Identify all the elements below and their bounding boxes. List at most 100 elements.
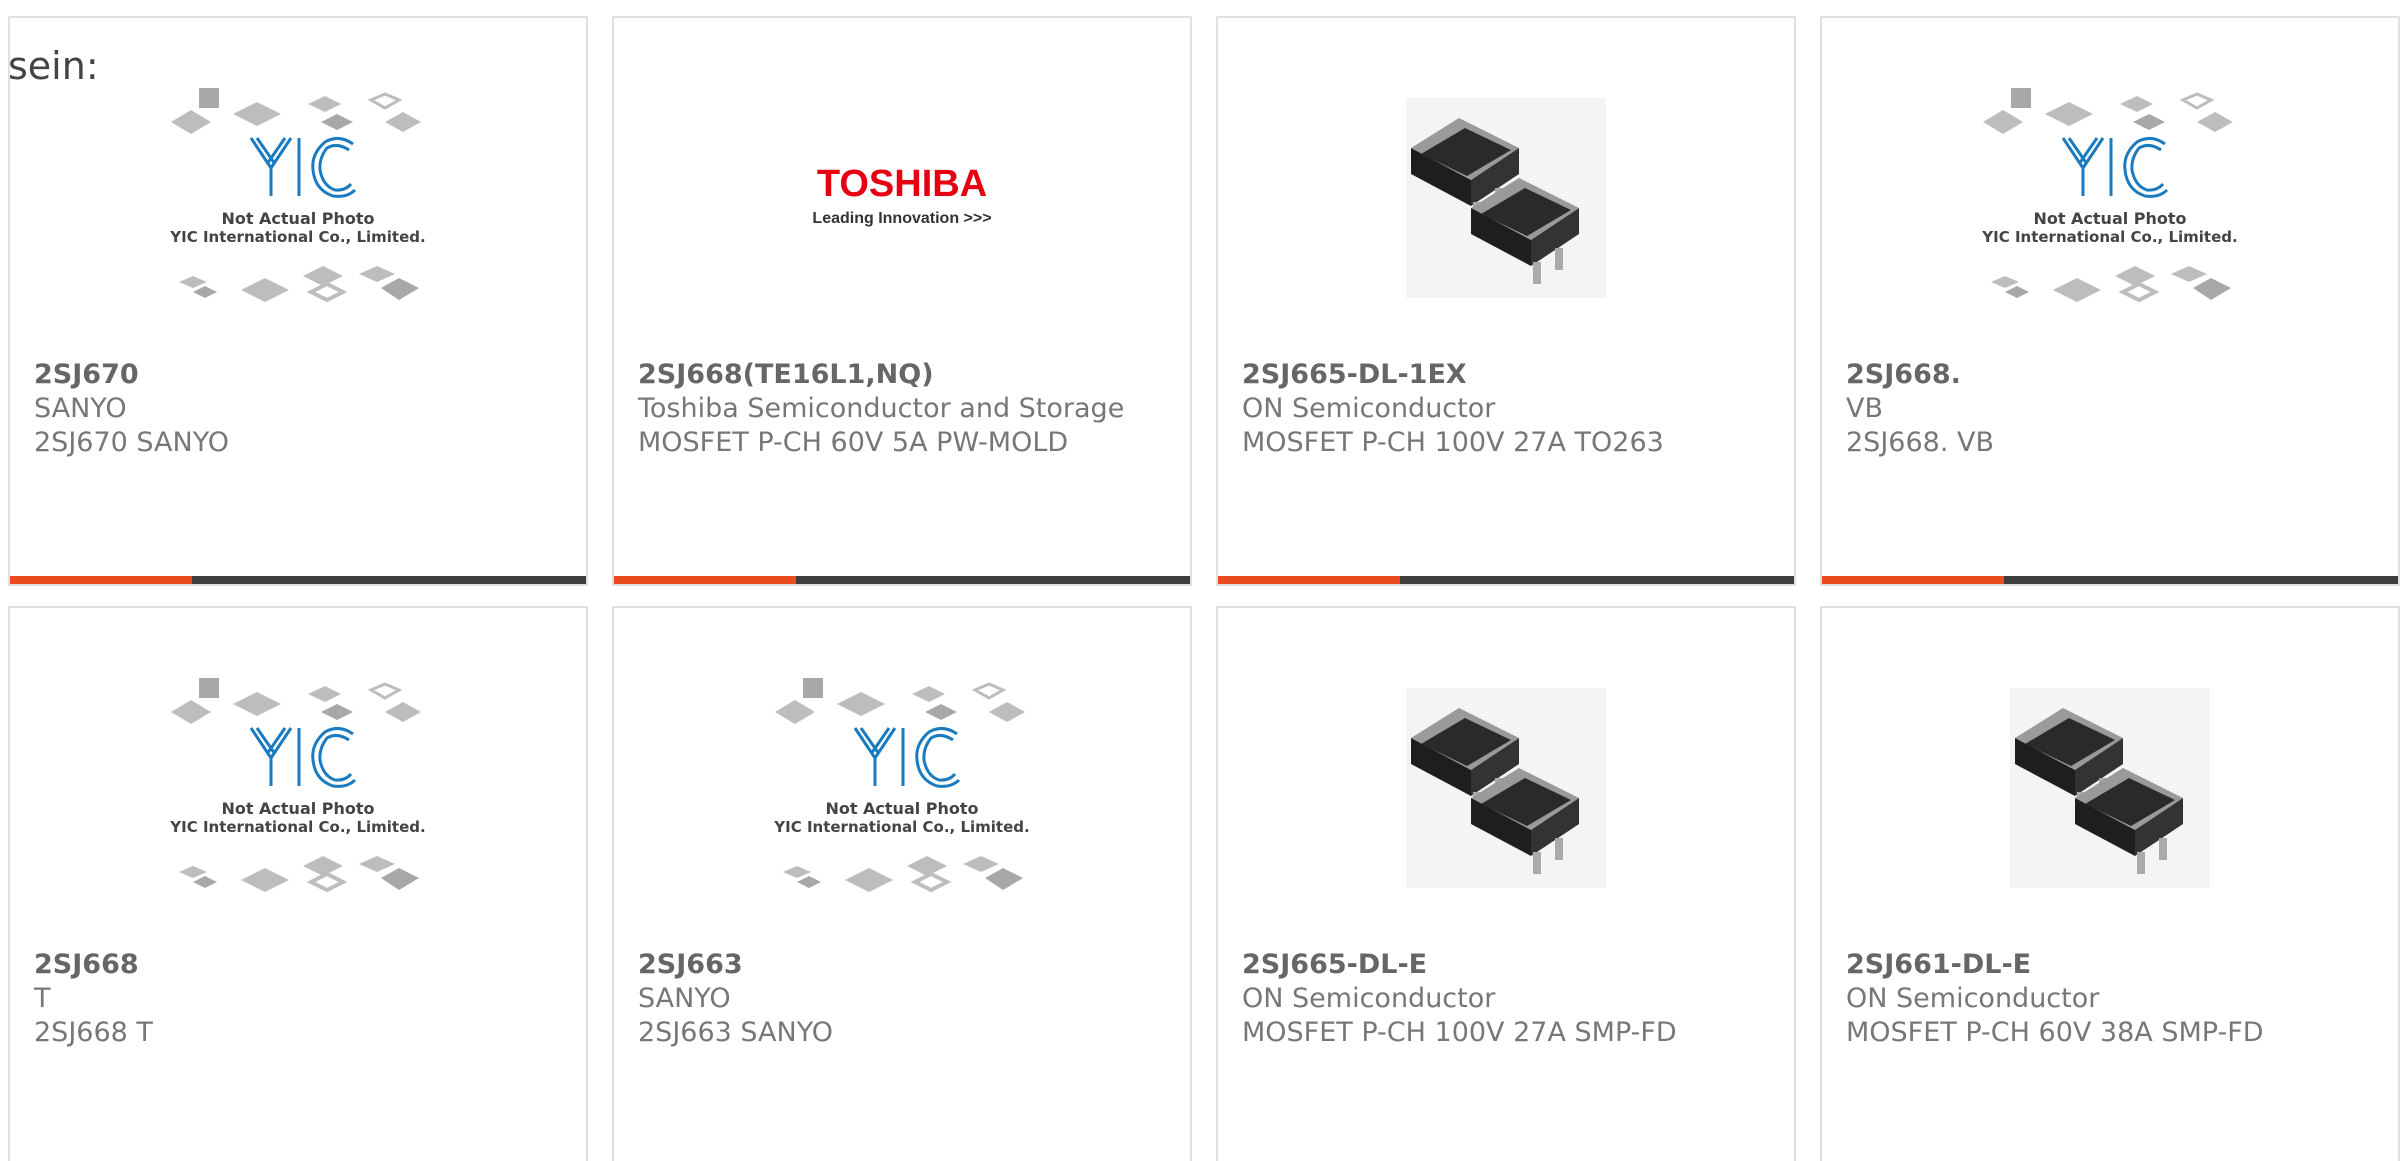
- chip-icon: [308, 96, 341, 112]
- yic-placeholder-image: Not Actual PhotoYIC International Co., L…: [773, 678, 1030, 893]
- chip-icon: [381, 868, 419, 890]
- product-card[interactable]: 2SJ661-DL-E ON Semiconductor MOSFET P-CH…: [1820, 606, 2400, 1161]
- placeholder-title: Not Actual Photo: [221, 209, 374, 228]
- package-lead: [1533, 262, 1541, 284]
- card-bar-accent: [614, 576, 796, 584]
- product-image: [1218, 78, 1794, 318]
- chip-icon: [193, 286, 217, 298]
- yic-logo-c-inner: [2130, 143, 2165, 192]
- card-bar: [1218, 576, 1794, 584]
- yic-logo-y: [853, 727, 897, 786]
- manufacturer: ON Semiconductor: [1242, 393, 1496, 424]
- part-number[interactable]: 2SJ665-DL-E: [1242, 948, 1770, 982]
- part-number[interactable]: 2SJ661-DL-E: [1846, 948, 2374, 982]
- product-image: Not Actual Photo YIC International Co., L…: [10, 668, 586, 908]
- chip-icon: [2011, 88, 2031, 108]
- chip-icon: [2045, 102, 2093, 126]
- chip-icon: [233, 692, 281, 716]
- chip-icon: [963, 856, 999, 872]
- chip-icon: [837, 692, 885, 716]
- chip-icon: [1991, 276, 2019, 288]
- yic-logo-y: [249, 137, 293, 196]
- part-number[interactable]: 2SJ668(TE16L1,NQ): [638, 358, 1166, 392]
- product-image: [1822, 668, 2398, 908]
- card-bar-accent: [1218, 576, 1400, 584]
- product-card[interactable]: TOSHIBA Leading Innovation >>> 2SJ668(TE…: [612, 16, 1192, 586]
- yic-placeholder-image: Not Actual PhotoYIC International Co., L…: [169, 678, 426, 893]
- product-card[interactable]: Not Actual Photo YIC International Co., L…: [612, 606, 1192, 1161]
- product-card[interactable]: Not Actual Photo YIC International Co., L…: [8, 606, 588, 1161]
- chip-icon: [2005, 286, 2029, 298]
- description: MOSFET P-CH 100V 27A TO263: [1242, 427, 1664, 458]
- product-image: [1218, 668, 1794, 908]
- card-bar: [614, 576, 1190, 584]
- chip-icon: [910, 871, 952, 893]
- chip-icon: [321, 114, 353, 130]
- chip-icon: [2193, 278, 2231, 300]
- placeholder-subtitle: YIC International Co., Limited.: [1981, 228, 2237, 246]
- product-card[interactable]: 2SJ665-DL-1EX ON Semiconductor MOSFET P-…: [1216, 16, 1796, 586]
- product-image: Not Actual Photo YIC International Co., L…: [614, 668, 1190, 908]
- chip-icon: [775, 700, 815, 724]
- chip-icon: [308, 686, 341, 702]
- product-card[interactable]: Not Actual Photo YIC International Co., L…: [8, 16, 588, 586]
- chip-icon: [925, 704, 957, 720]
- yic-logo: [249, 727, 357, 788]
- package-lead: [1555, 838, 1563, 860]
- placeholder-subtitle: YIC International Co., Limited.: [773, 818, 1029, 836]
- chip-icon: [2118, 281, 2160, 303]
- product-card[interactable]: Not Actual Photo YIC International Co., L…: [1820, 16, 2400, 586]
- manufacturer: VB: [1846, 393, 1883, 424]
- chip-icon: [306, 871, 348, 893]
- placeholder-subtitle: YIC International Co., Limited.: [169, 228, 425, 246]
- chip-icon: [359, 266, 395, 282]
- description: MOSFET P-CH 60V 38A SMP-FD: [1846, 1017, 2264, 1048]
- package-lead: [2159, 838, 2167, 860]
- chip-icon: [233, 102, 281, 126]
- manufacturer: SANYO: [638, 983, 731, 1014]
- product-grid: sein: Not Actual Photo YIC International …: [0, 0, 2400, 1161]
- product-card[interactable]: 2SJ665-DL-E ON Semiconductor MOSFET P-CH…: [1216, 606, 1796, 1161]
- chip-icon: [2115, 266, 2155, 286]
- chip-icon: [367, 92, 403, 110]
- chip-icon: [385, 112, 421, 132]
- yic-logo: [2061, 137, 2169, 198]
- chip-icon: [193, 876, 217, 888]
- chip-icon: [385, 702, 421, 722]
- part-number[interactable]: 2SJ668.: [1846, 358, 2374, 392]
- chip-icon: [1983, 110, 2023, 134]
- yic-logo-c-inner: [318, 733, 353, 782]
- chip-icon: [179, 866, 207, 878]
- part-number[interactable]: 2SJ670: [34, 358, 562, 392]
- yic-logo-c-inner: [318, 143, 353, 192]
- chip-icon: [241, 278, 289, 302]
- chip-icon: [171, 110, 211, 134]
- to263-package-image: [1406, 688, 1606, 888]
- yic-logo-y: [2061, 137, 2105, 196]
- description: 2SJ668 T: [34, 1017, 153, 1048]
- part-number[interactable]: 2SJ668: [34, 948, 562, 982]
- card-bar-accent: [1822, 576, 2004, 584]
- yic-logo: [249, 137, 357, 198]
- toshiba-logo-tagline: Leading Innovation >>>: [812, 210, 991, 227]
- description: MOSFET P-CH 60V 5A PW-MOLD: [638, 427, 1069, 458]
- product-image: Not Actual Photo YIC International Co., L…: [1822, 78, 2398, 318]
- to263-package-image: [2010, 688, 2210, 888]
- chip-icon: [306, 281, 348, 303]
- product-image: Not Actual Photo YIC International Co., L…: [10, 78, 586, 318]
- chip-icon: [797, 876, 821, 888]
- part-number[interactable]: 2SJ663: [638, 948, 1166, 982]
- part-number[interactable]: 2SJ665-DL-1EX: [1242, 358, 1770, 392]
- chip-icon: [845, 868, 893, 892]
- manufacturer: SANYO: [34, 393, 127, 424]
- yic-logo-y: [249, 727, 293, 786]
- chip-icon: [321, 704, 353, 720]
- chip-icon: [241, 868, 289, 892]
- description: 2SJ663 SANYO: [638, 1017, 833, 1048]
- chip-icon: [2179, 92, 2215, 110]
- toshiba-logo-name: TOSHIBA: [817, 163, 987, 205]
- yic-logo-c-inner: [922, 733, 957, 782]
- chip-icon: [2171, 266, 2207, 282]
- card-bar-accent: [10, 576, 192, 584]
- chip-icon: [803, 678, 823, 698]
